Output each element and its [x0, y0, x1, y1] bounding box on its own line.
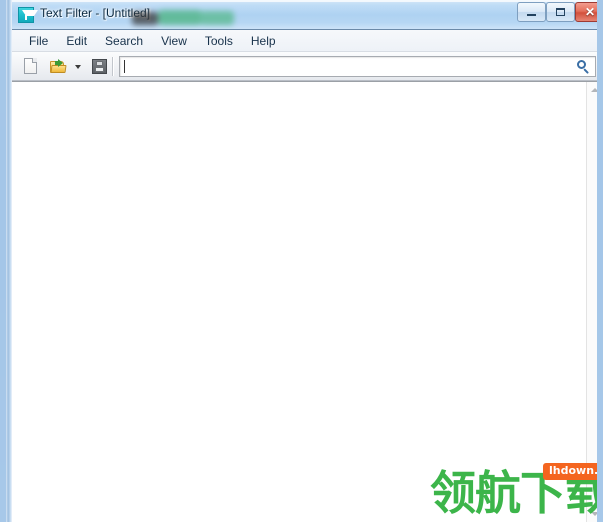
menu-item-tools[interactable]: Tools: [196, 31, 242, 51]
toolbar-separator: [112, 57, 114, 76]
title-bar-highlight: [12, 0, 597, 2]
funnel-filter-icon: [18, 7, 38, 23]
magnifier-handle-shape: [583, 68, 589, 74]
menu-item-help[interactable]: Help: [242, 31, 285, 51]
scroll-up-arrow-icon: [591, 88, 597, 92]
title-bar[interactable]: Text Filter - [Untitled] ✕: [12, 0, 597, 30]
maximize-icon: [547, 3, 574, 21]
maximize-button[interactable]: [546, 2, 575, 22]
funnel-stem-shape: [25, 15, 27, 20]
chevron-down-icon: [75, 65, 81, 69]
search-field-container[interactable]: [119, 56, 596, 78]
scroll-down-button[interactable]: [587, 505, 597, 522]
menu-item-search[interactable]: Search: [96, 31, 152, 51]
folder-arrow-head-shape: [58, 59, 63, 67]
open-folder-icon: [50, 59, 68, 74]
text-editor[interactable]: [12, 82, 586, 522]
floppy-disk-save-icon: [92, 59, 107, 74]
minimize-icon: [518, 3, 545, 21]
floppy-label-shape: [95, 67, 104, 72]
smudge-blob-b: [158, 10, 202, 25]
scroll-down-arrow-icon: [591, 512, 597, 516]
save-button[interactable]: [87, 55, 111, 78]
new-document-icon: [24, 58, 37, 74]
smudge-blob-c: [200, 11, 234, 25]
search-magnifier-icon[interactable]: [577, 60, 591, 74]
open-recent-dropdown-button[interactable]: [72, 55, 84, 78]
search-input[interactable]: [124, 57, 578, 78]
menu-bar: File Edit Search View Tools Help: [12, 30, 597, 52]
vertical-scrollbar[interactable]: [586, 82, 597, 522]
editor-client-area: [12, 81, 597, 522]
close-button[interactable]: ✕: [575, 2, 597, 22]
menu-item-view[interactable]: View: [152, 31, 196, 51]
floppy-shutter-shape: [96, 61, 103, 66]
toolbar: [12, 52, 597, 81]
menu-item-edit[interactable]: Edit: [57, 31, 96, 51]
menu-item-file[interactable]: File: [20, 31, 57, 51]
application-window: Text Filter - [Untitled] ✕ File Edit Sea…: [0, 0, 603, 522]
open-file-button[interactable]: [47, 55, 71, 78]
close-icon: ✕: [584, 5, 596, 19]
window-title: Text Filter - [Untitled]: [40, 6, 151, 20]
scroll-up-button[interactable]: [587, 82, 597, 99]
minimize-button[interactable]: [517, 2, 546, 22]
new-document-button[interactable]: [19, 55, 43, 78]
